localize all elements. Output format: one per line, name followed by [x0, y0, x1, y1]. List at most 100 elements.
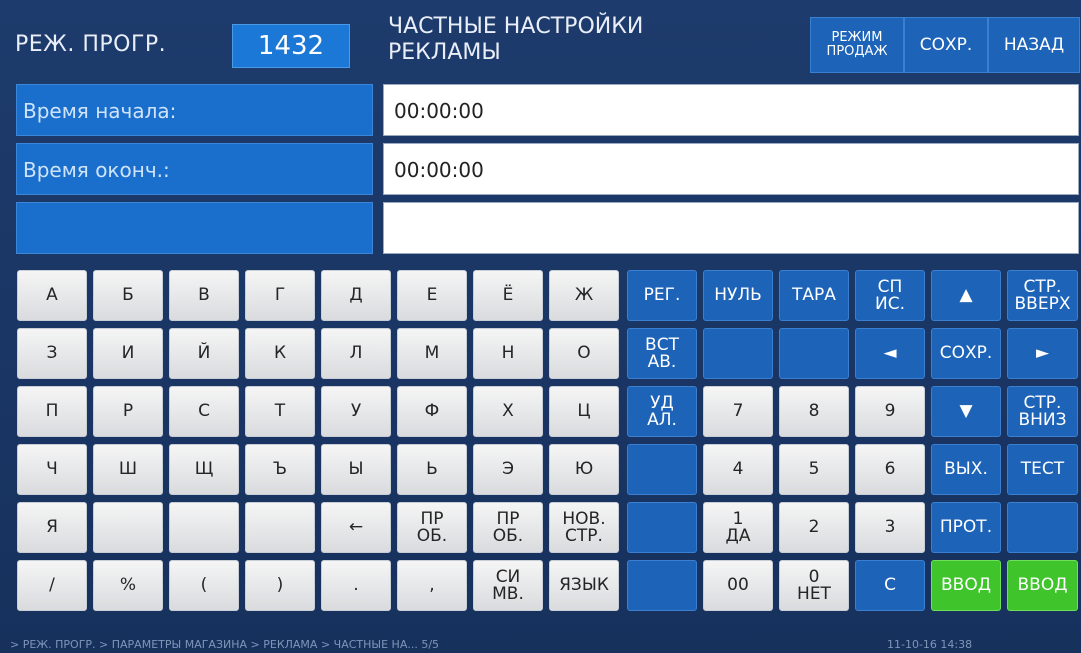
- key[interactable]: Щ: [169, 444, 239, 495]
- key[interactable]: З: [17, 328, 87, 379]
- key[interactable]: 5: [779, 444, 849, 495]
- key[interactable]: ВЫХ.: [931, 444, 1001, 495]
- key[interactable]: М: [397, 328, 467, 379]
- key[interactable]: Ф: [397, 386, 467, 437]
- key[interactable]: О: [549, 328, 619, 379]
- key[interactable]: 2: [779, 502, 849, 553]
- key[interactable]: Ы: [321, 444, 391, 495]
- key[interactable]: СТР. ВНИЗ: [1007, 386, 1078, 437]
- arrow-left-icon[interactable]: ◄: [855, 328, 925, 379]
- backspace-icon[interactable]: ←: [321, 502, 391, 553]
- key[interactable]: Й: [169, 328, 239, 379]
- key[interactable]: С: [169, 386, 239, 437]
- key[interactable]: СП ИС.: [855, 270, 925, 321]
- key[interactable]: Ш: [93, 444, 163, 495]
- blank-key[interactable]: [703, 328, 773, 379]
- status-datetime: 11-10-16 14:38: [887, 638, 973, 651]
- key[interactable]: ): [245, 560, 315, 611]
- blank-key[interactable]: [627, 560, 697, 611]
- key[interactable]: Я: [17, 502, 87, 553]
- key[interactable]: Ч: [17, 444, 87, 495]
- mode-label: РЕЖ. ПРОГР.: [15, 32, 167, 57]
- header-bar: РЕЖ. ПРОГР. 1432 ЧАСТНЫЕ НАСТРОЙКИ РЕКЛА…: [0, 0, 1081, 78]
- key[interactable]: Э: [473, 444, 543, 495]
- key[interactable]: ПРОТ.: [931, 502, 1001, 553]
- key[interactable]: Д: [321, 270, 391, 321]
- key[interactable]: К: [245, 328, 315, 379]
- key[interactable]: 1 ДА: [703, 502, 773, 553]
- back-button[interactable]: НАЗАД: [988, 17, 1080, 73]
- key[interactable]: Т: [245, 386, 315, 437]
- sales-mode-button[interactable]: РЕЖИМ ПРОДАЖ: [810, 17, 904, 73]
- blank-key[interactable]: [627, 444, 697, 495]
- key[interactable]: СТР. ВВЕРХ: [1007, 270, 1078, 321]
- key[interactable]: У: [321, 386, 391, 437]
- arrow-up-icon[interactable]: ▲: [931, 270, 1001, 321]
- key[interactable]: СИ МВ.: [473, 560, 543, 611]
- key[interactable]: ТАРА: [779, 270, 849, 321]
- empty-field[interactable]: [383, 202, 1079, 254]
- key[interactable]: НОВ. СТР.: [549, 502, 619, 553]
- key[interactable]: Ь: [397, 444, 467, 495]
- key[interactable]: 6: [855, 444, 925, 495]
- key[interactable]: Ё: [473, 270, 543, 321]
- key[interactable]: 7: [703, 386, 773, 437]
- key[interactable]: А: [17, 270, 87, 321]
- key[interactable]: /: [17, 560, 87, 611]
- key[interactable]: П: [17, 386, 87, 437]
- screen: РЕЖ. ПРОГР. 1432 ЧАСТНЫЕ НАСТРОЙКИ РЕКЛА…: [0, 0, 1081, 653]
- key[interactable]: Л: [321, 328, 391, 379]
- blank-key[interactable]: [779, 328, 849, 379]
- key[interactable]: Н: [473, 328, 543, 379]
- key[interactable]: 8: [779, 386, 849, 437]
- key[interactable]: Х: [473, 386, 543, 437]
- arrow-right-icon[interactable]: ►: [1007, 328, 1078, 379]
- key[interactable]: ВСТ АВ.: [627, 328, 697, 379]
- key[interactable]: ВВОД: [931, 560, 1001, 611]
- key[interactable]: 0 НЕТ: [779, 560, 849, 611]
- key[interactable]: ПР ОБ.: [473, 502, 543, 553]
- blank-key[interactable]: [93, 502, 163, 553]
- key[interactable]: Ю: [549, 444, 619, 495]
- key[interactable]: ВВОД: [1007, 560, 1078, 611]
- key[interactable]: (: [169, 560, 239, 611]
- key[interactable]: ,: [397, 560, 467, 611]
- end-time-label: Время оконч.:: [16, 143, 373, 195]
- key[interactable]: Ц: [549, 386, 619, 437]
- key[interactable]: Б: [93, 270, 163, 321]
- key[interactable]: СОХР.: [931, 328, 1001, 379]
- key[interactable]: НУЛЬ: [703, 270, 773, 321]
- key[interactable]: И: [93, 328, 163, 379]
- key[interactable]: В: [169, 270, 239, 321]
- key[interactable]: ТЕСТ: [1007, 444, 1078, 495]
- blank-key[interactable]: [627, 502, 697, 553]
- key[interactable]: Е: [397, 270, 467, 321]
- blank-key[interactable]: [245, 502, 315, 553]
- status-bar: > РЕЖ. ПРОГР. > ПАРАМЕТРЫ МАГАЗИНА > РЕК…: [0, 636, 1081, 653]
- key[interactable]: 00: [703, 560, 773, 611]
- program-number: 1432: [232, 24, 350, 68]
- key[interactable]: РЕГ.: [627, 270, 697, 321]
- key[interactable]: Ж: [549, 270, 619, 321]
- key[interactable]: .: [321, 560, 391, 611]
- key[interactable]: 9: [855, 386, 925, 437]
- key[interactable]: Ъ: [245, 444, 315, 495]
- key[interactable]: Р: [93, 386, 163, 437]
- blank-key[interactable]: [1007, 502, 1078, 553]
- key[interactable]: ЯЗЫК: [549, 560, 619, 611]
- end-time-field[interactable]: 00:00:00: [383, 143, 1079, 195]
- key[interactable]: УД АЛ.: [627, 386, 697, 437]
- page-title: ЧАСТНЫЕ НАСТРОЙКИ РЕКЛАМЫ: [388, 14, 644, 65]
- breadcrumb: > РЕЖ. ПРОГР. > ПАРАМЕТРЫ МАГАЗИНА > РЕК…: [10, 638, 440, 651]
- arrow-down-icon[interactable]: ▼: [931, 386, 1001, 437]
- key[interactable]: 4: [703, 444, 773, 495]
- key[interactable]: ПР ОБ.: [397, 502, 467, 553]
- start-time-field[interactable]: 00:00:00: [383, 84, 1079, 136]
- empty-label: [16, 202, 373, 254]
- key[interactable]: 3: [855, 502, 925, 553]
- key[interactable]: Г: [245, 270, 315, 321]
- key[interactable]: %: [93, 560, 163, 611]
- blank-key[interactable]: [169, 502, 239, 553]
- save-button[interactable]: СОХР.: [904, 17, 988, 73]
- key[interactable]: С: [855, 560, 925, 611]
